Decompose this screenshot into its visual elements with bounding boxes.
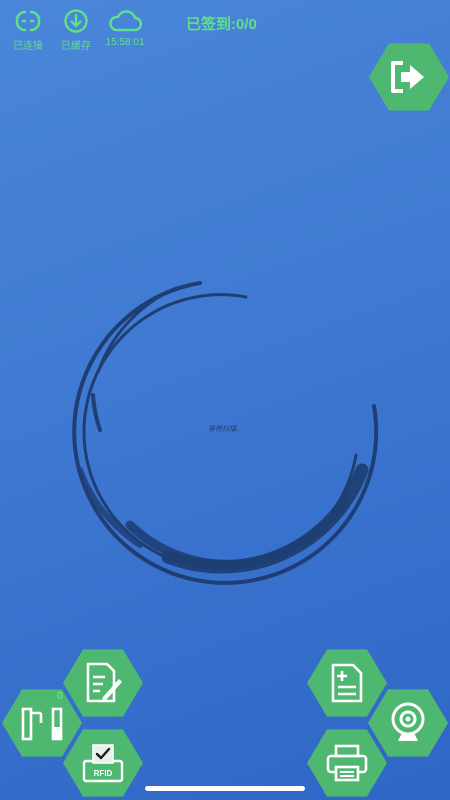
- rfid-label: RFID: [94, 769, 113, 778]
- home-indicator[interactable]: [145, 786, 305, 791]
- gate-count-badge: 0: [57, 690, 64, 702]
- rfid-check-icon: RFID: [82, 744, 124, 783]
- document-edit-icon: [86, 662, 122, 703]
- turnstile-icon: [21, 707, 63, 741]
- document-add-icon: [331, 663, 363, 703]
- printer-icon: [326, 744, 368, 782]
- scanner-status: 等待扫描...: [208, 426, 242, 433]
- webcam-icon: [391, 702, 425, 741]
